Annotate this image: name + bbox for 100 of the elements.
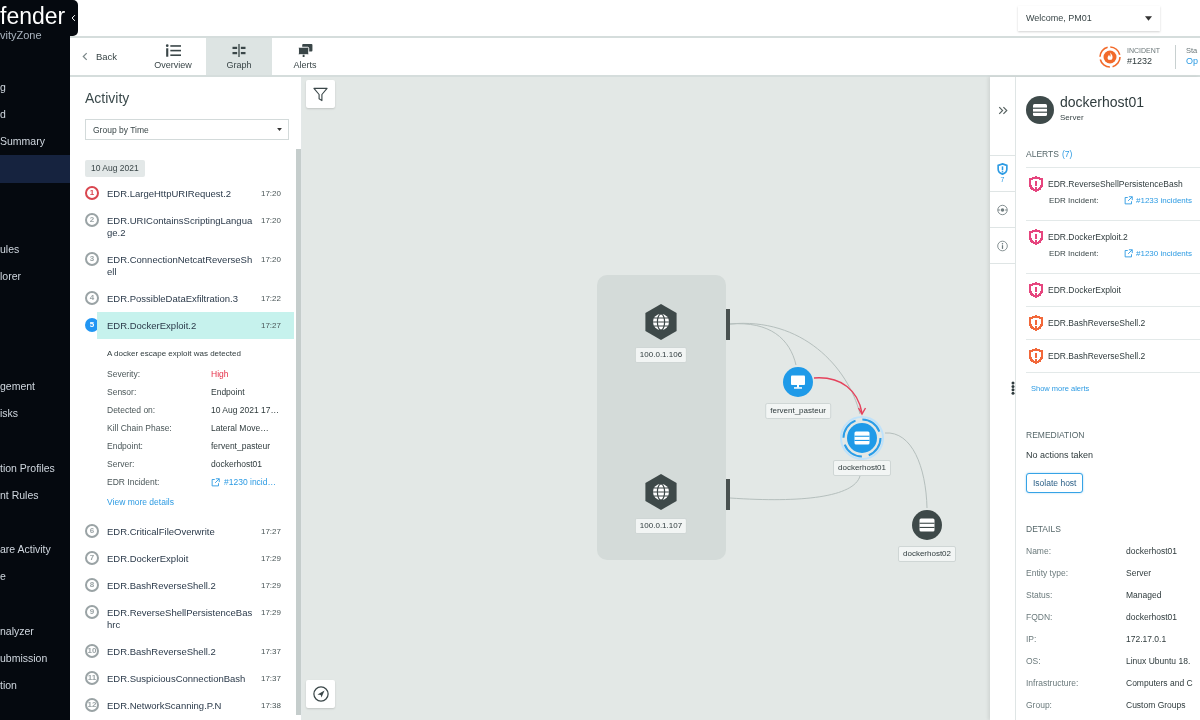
activity-row[interactable]: EDR.URIContainsScriptingLanguage.2 17:20 — [97, 207, 294, 246]
activity-row[interactable]: EDR.SuspiciousConnectionBash 17:37 — [97, 665, 294, 692]
alert-time: 17:38 — [259, 700, 281, 712]
nav-item[interactable]: e — [0, 563, 70, 590]
field-label: EDR Incident: — [1049, 248, 1100, 258]
tab[interactable]: Alerts — [272, 38, 338, 75]
scrollbar[interactable] — [296, 149, 301, 715]
alert-name: EDR.SuspiciousConnectionBash — [107, 673, 247, 685]
locate-button[interactable] — [306, 680, 335, 708]
globe-node[interactable] — [645, 474, 677, 510]
nav-item[interactable]: nalyzer — [0, 618, 70, 645]
navigation-icon — [312, 686, 329, 702]
field-value: Server — [1126, 568, 1153, 578]
field-label: Server: — [107, 459, 136, 469]
step-number: 3 — [85, 252, 99, 266]
funnel-icon — [313, 86, 328, 102]
field-value: Custom Groups — [1126, 700, 1187, 710]
logo-subtitle: vityZone — [0, 29, 43, 41]
node-label: 100.0.1.106 — [634, 347, 688, 363]
activity-row[interactable]: EDR.DockerExploit 17:29 — [97, 545, 294, 572]
severity-value: High — [211, 369, 230, 379]
external-link-icon — [1124, 248, 1133, 258]
activity-row[interactable]: EDR.ConnectionNetcatReverseShell 17:20 — [97, 246, 294, 285]
server-node[interactable] — [912, 510, 942, 540]
activity-row[interactable]: EDR.BashReverseShell.2 17:37 — [97, 638, 294, 665]
step-number: 9 — [85, 605, 99, 619]
field-value: dockerhost01 — [1126, 612, 1179, 622]
step-number: 11 — [85, 671, 99, 685]
tab[interactable]: Overview — [140, 38, 206, 75]
nav-item[interactable]: ubmission — [0, 645, 70, 672]
node-label: fervent_pasteur — [765, 403, 831, 419]
alert-name: EDR.DockerExploit — [1048, 285, 1121, 295]
activity-row[interactable]: EDR.LargeHttpURIRequest.2 17:20 — [97, 180, 294, 207]
globe-node[interactable] — [645, 304, 677, 340]
nav-item[interactable]: ules — [0, 236, 70, 263]
activity-row[interactable]: EDR.ReverseShellPersistenceBashrc 17:29 — [97, 599, 294, 638]
step-number: 6 — [85, 524, 99, 538]
alert-name: EDR.BashReverseShell.2 — [107, 646, 217, 658]
activity-row[interactable]: EDR.DockerExploit.2 17:27 — [97, 312, 294, 339]
isolate-button[interactable]: Isolate host — [1026, 473, 1084, 493]
nav-item[interactable]: tion Profiles — [0, 455, 70, 482]
alert-name: EDR.DockerExploit — [107, 553, 190, 565]
activity-row[interactable]: EDR.NetworkScanning.P.N 17:38 — [97, 692, 294, 719]
flame-icon — [1099, 45, 1121, 68]
activity-row[interactable]: EDR.BashReverseShell.2 17:29 — [97, 572, 294, 599]
incident-number: #1232 — [1127, 55, 1154, 67]
external-link-icon — [1124, 195, 1133, 205]
entity-type: Server — [1060, 113, 1085, 123]
field-label: Endpoint: — [107, 441, 144, 451]
alert-time: 17:22 — [259, 293, 281, 305]
filter-button[interactable] — [306, 80, 335, 108]
double-chevron-icon — [997, 105, 1008, 115]
tab[interactable]: Graph — [206, 38, 272, 75]
collapse-button[interactable] — [68, 0, 78, 36]
field-label: EDR Incident: — [1049, 195, 1100, 205]
side-tab[interactable] — [990, 228, 1015, 264]
alert-time: 17:20 — [259, 254, 281, 266]
field-label: Group: — [1026, 700, 1053, 710]
field-label: EDR Incident: — [107, 477, 161, 487]
alert-name: EDR.NetworkScanning.P.N — [107, 700, 223, 712]
nav-item[interactable]: lorer — [0, 263, 70, 290]
nav-item[interactable]: nt Rules — [0, 482, 70, 509]
target-icon — [997, 203, 1008, 216]
info-list-icon — [165, 43, 181, 57]
nav-item[interactable]: Summary — [0, 128, 70, 155]
back-button[interactable]: Back — [78, 38, 128, 75]
user-menu[interactable]: Welcome, PM01 — [1018, 5, 1160, 31]
nav-item[interactable]: d — [0, 101, 70, 128]
alert-name: EDR.BashReverseShell.2 — [107, 580, 217, 592]
chevron-left-icon — [70, 14, 76, 22]
activity-row[interactable]: EDR.CriticalFileOverwrite 17:27 — [97, 518, 294, 545]
nav-item[interactable]: g — [0, 74, 70, 101]
chevron-left-icon — [82, 52, 88, 61]
activity-row[interactable]: EDR.PossibleDataExfiltration.3 17:22 — [97, 285, 294, 312]
nav-item[interactable]: tion — [0, 672, 70, 699]
alert-name: EDR.CriticalFileOverwrite — [107, 526, 216, 538]
nav-item[interactable]: isks — [0, 400, 70, 427]
caret-icon — [1145, 15, 1152, 21]
field-label: Name: — [1026, 546, 1053, 556]
nav-item[interactable]: are Activity — [0, 536, 70, 563]
external-link-icon — [211, 477, 220, 487]
node-label: 100.0.1.107 — [634, 518, 688, 534]
step-number: 10 — [85, 644, 99, 658]
field-label: Infrastructure: — [1026, 678, 1080, 688]
nav-item[interactable]: gement — [0, 373, 70, 400]
field-label: FQDN: — [1026, 612, 1054, 622]
field-value: dockerhost01 — [1126, 546, 1179, 556]
group-by-dropdown[interactable]: Group by Time — [85, 119, 289, 140]
field-label: IP: — [1026, 634, 1038, 644]
alert-time: 17:20 — [259, 188, 281, 200]
alert-time: 17:37 — [259, 646, 281, 658]
side-tab[interactable] — [990, 192, 1015, 228]
field-value: Endpoint — [211, 387, 246, 397]
monitor-node[interactable] — [783, 367, 813, 397]
field-label: Kill Chain Phase: — [107, 423, 173, 433]
step-number: 1 — [85, 186, 99, 200]
alert-name: EDR.DockerExploit.2 — [1048, 232, 1128, 242]
panel-title: Activity — [85, 90, 131, 106]
server-node[interactable] — [840, 416, 884, 460]
alert-time: 17:37 — [259, 673, 281, 685]
